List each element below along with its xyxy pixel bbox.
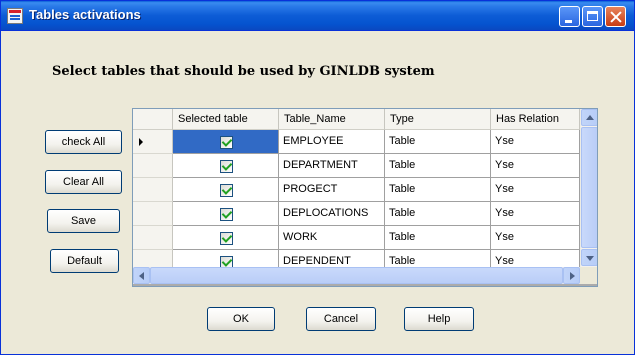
row-header[interactable]	[133, 202, 173, 226]
has-relation-cell[interactable]: Yse	[491, 154, 580, 178]
table-row[interactable]: DEPLOCATIONS Table Yse	[133, 202, 580, 226]
selected-table-cell[interactable]	[173, 202, 279, 226]
selected-table-cell[interactable]	[173, 178, 279, 202]
table-row[interactable]: EMPLOYEE Table Yse	[133, 130, 580, 154]
close-button[interactable]	[605, 6, 626, 27]
default-button[interactable]: Default	[50, 249, 119, 273]
scroll-right-button[interactable]	[563, 267, 580, 284]
help-button[interactable]: Help	[404, 307, 474, 331]
row-header-corner	[133, 109, 173, 130]
type-cell[interactable]: Table	[385, 202, 491, 226]
has-relation-cell[interactable]: Yse	[491, 178, 580, 202]
row-header[interactable]	[133, 130, 173, 154]
minimize-button[interactable]	[559, 6, 580, 27]
horizontal-scrollbar[interactable]	[133, 267, 580, 284]
right-arrow-icon	[570, 272, 575, 280]
type-cell[interactable]: Table	[385, 130, 491, 154]
table-row[interactable]: WORK Table Yse	[133, 226, 580, 250]
row-header[interactable]	[133, 178, 173, 202]
down-arrow-icon	[586, 256, 594, 261]
table-name-cell[interactable]: EMPLOYEE	[279, 130, 385, 154]
column-header-has-relation[interactable]: Has Relation	[491, 109, 580, 130]
left-arrow-icon	[139, 272, 144, 280]
table-name-cell[interactable]: DEPARTMENT	[279, 154, 385, 178]
selected-checkbox[interactable]	[220, 136, 233, 149]
has-relation-cell[interactable]: Yse	[491, 226, 580, 250]
selected-table-cell[interactable]	[173, 226, 279, 250]
selected-checkbox[interactable]	[220, 184, 233, 197]
scroll-down-button[interactable]	[581, 249, 597, 266]
table-row[interactable]: DEPARTMENT Table Yse	[133, 154, 580, 178]
tables-activations-window: Tables activations Select tables that sh…	[0, 0, 635, 355]
type-cell[interactable]: Table	[385, 178, 491, 202]
selected-checkbox[interactable]	[220, 232, 233, 245]
instruction-heading: Select tables that should be used by GIN…	[52, 64, 435, 79]
table-name-cell[interactable]: PROGECT	[279, 178, 385, 202]
vertical-scroll-thumb[interactable]	[581, 127, 597, 248]
has-relation-cell[interactable]: Yse	[491, 130, 580, 154]
column-header-selected-table[interactable]: Selected table	[173, 109, 279, 130]
title-bar[interactable]: Tables activations	[1, 1, 634, 31]
selected-checkbox[interactable]	[220, 160, 233, 173]
selected-table-cell[interactable]	[173, 154, 279, 178]
row-header[interactable]	[133, 154, 173, 178]
column-header-type[interactable]: Type	[385, 109, 491, 130]
maximize-button[interactable]	[582, 6, 603, 27]
current-row-arrow-icon	[139, 138, 143, 146]
table-name-cell[interactable]: DEPLOCATIONS	[279, 202, 385, 226]
tables-grid[interactable]: Selected table Table_Name Type Has Relat…	[132, 108, 598, 287]
ok-button[interactable]: OK	[207, 307, 275, 331]
type-cell[interactable]: Table	[385, 154, 491, 178]
scroll-up-button[interactable]	[581, 109, 597, 126]
selected-checkbox[interactable]	[220, 208, 233, 221]
scroll-left-button[interactable]	[133, 267, 150, 284]
grid-header-row: Selected table Table_Name Type Has Relat…	[133, 109, 580, 130]
has-relation-cell[interactable]: Yse	[491, 202, 580, 226]
horizontal-scroll-thumb[interactable]	[150, 267, 563, 284]
column-header-table-name[interactable]: Table_Name	[279, 109, 385, 130]
check-all-button[interactable]: check All	[45, 130, 122, 154]
cancel-button[interactable]: Cancel	[306, 307, 376, 331]
scrollbar-corner	[580, 267, 597, 284]
save-button[interactable]: Save	[47, 209, 120, 233]
type-cell[interactable]: Table	[385, 226, 491, 250]
up-arrow-icon	[586, 115, 594, 120]
clear-all-button[interactable]: Clear All	[45, 170, 122, 194]
vertical-scrollbar[interactable]	[580, 109, 597, 267]
app-icon	[7, 8, 23, 24]
window-title: Tables activations	[29, 7, 141, 22]
row-header[interactable]	[133, 226, 173, 250]
table-name-cell[interactable]: WORK	[279, 226, 385, 250]
selected-table-cell[interactable]	[173, 130, 279, 154]
table-row[interactable]: PROGECT Table Yse	[133, 178, 580, 202]
